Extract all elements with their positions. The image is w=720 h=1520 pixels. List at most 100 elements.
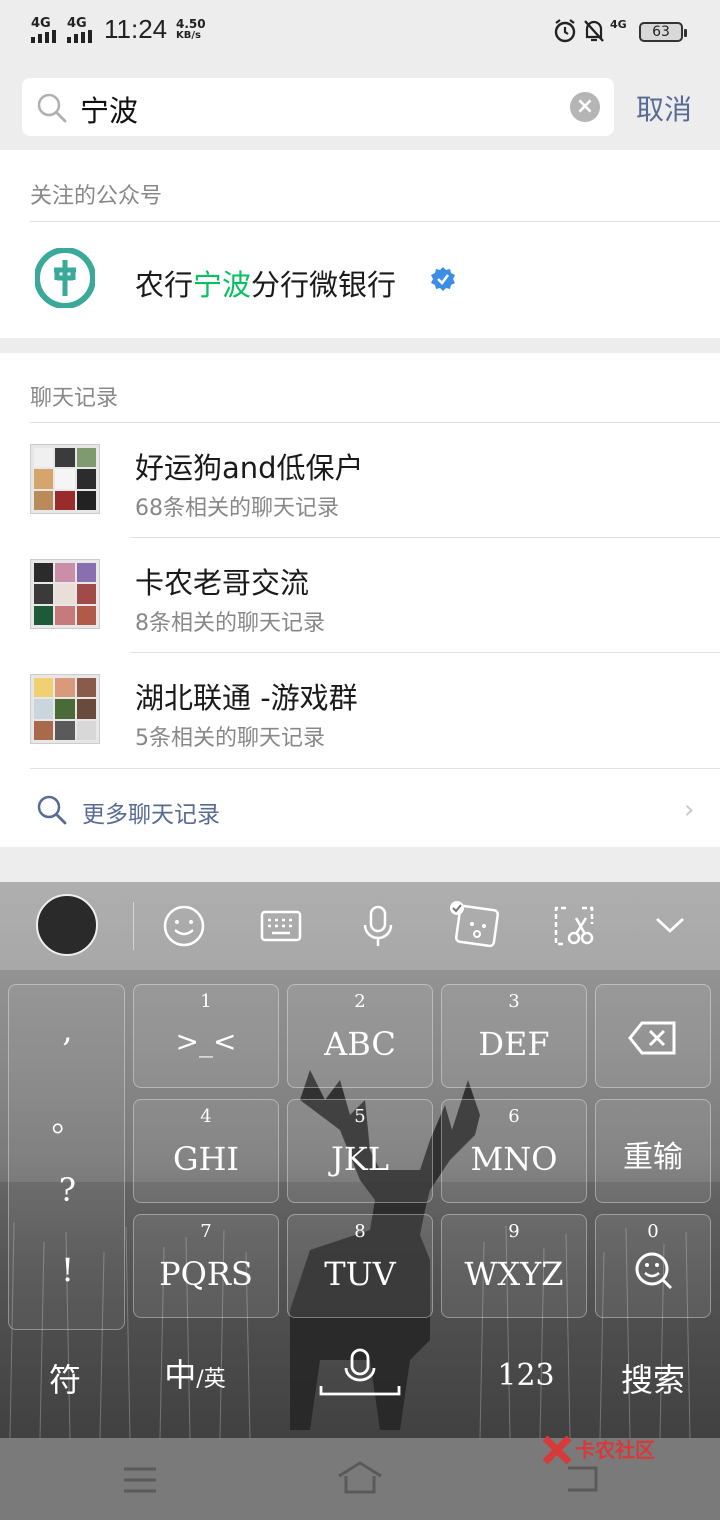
key-number: 1: [200, 991, 212, 1012]
key-0[interactable]: 0: [595, 1214, 711, 1318]
more-chats-label: 更多聊天记录: [82, 802, 220, 828]
key-number: 8: [354, 1221, 366, 1242]
key-number: 5: [354, 1106, 366, 1127]
chat-subtitle: 5条相关的聊天记录: [135, 726, 325, 751]
key-label: MNO: [470, 1140, 558, 1178]
chat-title: 好运狗and低保户: [135, 451, 364, 485]
key-9[interactable]: 9 WXYZ: [441, 1214, 587, 1318]
accounts-header: 关注的公众号: [30, 184, 163, 209]
key-8[interactable]: 8 TUV: [287, 1214, 433, 1318]
key-number: 6: [508, 1106, 520, 1127]
key-label: WXYZ: [464, 1255, 564, 1293]
key-3[interactable]: 3 DEF: [441, 984, 587, 1088]
exclamation-key[interactable]: !: [9, 1251, 126, 1289]
search-icon: [37, 795, 67, 825]
backspace-key[interactable]: [595, 984, 711, 1088]
punctuation-column: , 。 ? !: [8, 984, 125, 1330]
keyboard-icon[interactable]: [259, 904, 303, 948]
key-4[interactable]: 4 GHI: [133, 1099, 279, 1203]
divider: [133, 902, 134, 950]
speed-value: 4.50: [176, 17, 206, 31]
divider: [30, 221, 720, 222]
key-number: 4: [200, 1106, 212, 1127]
key-label: JKL: [331, 1140, 389, 1178]
cancel-button[interactable]: 取消: [636, 88, 692, 128]
period-key[interactable]: 。: [9, 1095, 126, 1141]
key-label: PQRS: [159, 1255, 253, 1293]
search-key[interactable]: 搜索: [612, 1355, 694, 1401]
key-label: GHI: [172, 1140, 240, 1178]
group-avatar: [30, 674, 100, 744]
chat-subtitle: 68条相关的聊天记录: [135, 496, 339, 521]
microphone-icon[interactable]: [358, 904, 398, 948]
chats-section: [0, 353, 720, 847]
mute-icon: [584, 20, 604, 42]
meme-icon[interactable]: [450, 900, 502, 948]
key-label: DEF: [478, 1025, 550, 1063]
key-label: >_<: [175, 1025, 237, 1058]
search-query: 宁波: [80, 94, 139, 128]
key-7[interactable]: 7 PQRS: [133, 1214, 279, 1318]
chat-title: 湖北联通 -游戏群: [135, 681, 358, 715]
retype-key[interactable]: 重输: [595, 1099, 711, 1203]
divider: [30, 768, 720, 769]
abc-bank-logo: [35, 248, 95, 308]
keyboard-avatar[interactable]: [36, 894, 98, 956]
key-number: 7: [200, 1221, 212, 1242]
divider: [30, 422, 720, 423]
signal-type-1: 4G: [31, 16, 51, 31]
account-name-prefix: 农行: [135, 268, 194, 302]
question-key[interactable]: ?: [9, 1171, 126, 1209]
key-number: 2: [354, 991, 366, 1012]
numbers-label: 123: [497, 1358, 555, 1393]
alarm-icon: [554, 19, 576, 43]
key-number: 0: [647, 1221, 659, 1242]
battery-level: 63: [652, 24, 670, 40]
clear-search-button[interactable]: ×: [570, 92, 600, 122]
divider: [130, 652, 720, 653]
key-2[interactable]: 2 ABC: [287, 984, 433, 1088]
watermark-text: 卡农社区: [575, 1438, 655, 1462]
group-avatar: [30, 559, 100, 629]
key-number: 9: [508, 1221, 520, 1242]
verified-badge-icon: [431, 267, 455, 291]
speed-unit: KB/s: [176, 30, 201, 41]
status-bar: 4G 4G 11:24 4.50 KB/s 4G 63: [0, 0, 720, 64]
numbers-key[interactable]: 123: [490, 1358, 562, 1393]
menu-icon[interactable]: [122, 1466, 158, 1494]
backspace-icon: [628, 1021, 676, 1055]
battery-indicator: 63: [639, 22, 687, 42]
key-6[interactable]: 6 MNO: [441, 1099, 587, 1203]
signal-bars-1: [31, 30, 56, 43]
clipboard-icon[interactable]: [552, 904, 596, 948]
network-type: 4G: [610, 18, 627, 31]
language-switch-key[interactable]: 中/英: [150, 1350, 240, 1396]
search-key-label: 搜索: [620, 1361, 685, 1399]
home-icon[interactable]: [336, 1460, 384, 1496]
group-avatar: [30, 444, 100, 514]
voice-space-icon: [319, 1348, 401, 1396]
symbols-key[interactable]: 符: [30, 1355, 100, 1401]
search-input[interactable]: 宁波 ×: [22, 78, 614, 136]
back-icon[interactable]: [560, 1464, 600, 1494]
key-label: ABC: [324, 1025, 396, 1063]
account-name-suffix: 分行微银行: [251, 268, 397, 302]
watermark-logo: [542, 1435, 572, 1465]
network-speed: 4.50 KB/s: [176, 18, 206, 42]
signal-bars-2: [67, 30, 92, 43]
key-label: TUV: [324, 1255, 396, 1293]
chevron-right-icon: ›: [684, 795, 695, 825]
chat-title: 卡农老哥交流: [135, 566, 310, 600]
comma-key[interactable]: ,: [9, 1011, 126, 1049]
clock: 11:24: [104, 14, 168, 44]
lang-main-label: 中: [164, 1356, 197, 1394]
key-5[interactable]: 5 JKL: [287, 1099, 433, 1203]
emoji-icon[interactable]: [162, 904, 206, 948]
signal-type-2: 4G: [67, 16, 87, 31]
chevron-down-icon[interactable]: [654, 914, 686, 936]
close-icon: ×: [575, 94, 595, 119]
key-1[interactable]: 1 >_<: [133, 984, 279, 1088]
chats-header: 聊天记录: [30, 386, 119, 411]
symbols-label: 符: [48, 1361, 81, 1399]
account-name-highlight: 宁波: [193, 268, 252, 302]
